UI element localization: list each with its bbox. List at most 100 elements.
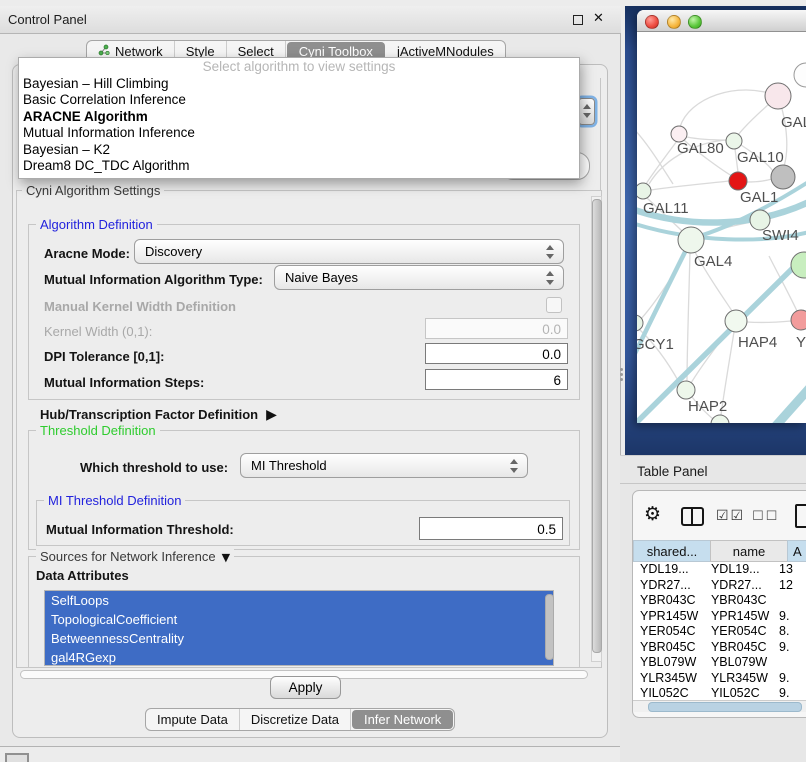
dpi-tolerance-field[interactable]: 0.0 (425, 343, 568, 364)
new-table-icon[interactable] (795, 504, 806, 528)
network-node[interactable] (771, 165, 795, 189)
dropdown-placeholder: Select algorithm to view settings (19, 58, 579, 76)
data-attribute-item[interactable]: SelfLoops (45, 591, 553, 610)
cyni-mode-tabs: Impute Data Discretize Data Infer Networ… (145, 708, 455, 731)
apply-button[interactable]: Apply (270, 676, 341, 699)
splitter-handle[interactable] (620, 373, 623, 376)
table-cell: 9. (773, 671, 806, 687)
data-attribute-item[interactable]: TopologicalCoefficient (45, 610, 553, 629)
table-cell: YBL079W (633, 655, 703, 671)
network-node[interactable] (791, 310, 806, 330)
table-row[interactable]: YLR345WYLR345W9. (633, 671, 806, 687)
node-label: GCY1 (637, 336, 674, 353)
data-attribute-item[interactable]: BetweennessCentrality (45, 629, 553, 648)
stepper-arrows-icon (510, 459, 518, 473)
gear-icon[interactable]: ⚙ (644, 503, 661, 525)
network-edge (773, 383, 806, 423)
network-node[interactable] (678, 227, 704, 253)
kernel-width-field[interactable]: 0.0 (425, 318, 568, 339)
group-title: Threshold Definition (36, 423, 160, 438)
tab-infer-network[interactable]: Infer Network (352, 710, 453, 729)
tab-impute-data[interactable]: Impute Data (146, 709, 240, 730)
algorithm-option[interactable]: Dream8 DC_TDC Algorithm (19, 158, 579, 174)
table-row[interactable]: YBR043CYBR043C (633, 593, 806, 609)
sources-toggle[interactable]: Sources for Network Inference▼ (36, 549, 234, 564)
network-window-titlebar[interactable] (637, 10, 806, 32)
hub-definition-label: Hub/Transcription Factor Definition (40, 407, 258, 422)
data-attribute-item[interactable]: gal4RGexp (45, 648, 553, 666)
data-attributes-list[interactable]: SelfLoopsTopologicalCoefficientBetweenne… (44, 590, 554, 666)
column-header-cut[interactable]: A (787, 540, 806, 562)
deselect-all-columns-icon[interactable]: ☐☐ (752, 509, 779, 524)
mi-type-select[interactable]: Naive Bayes (274, 265, 564, 290)
network-node[interactable] (637, 183, 651, 199)
stepper-arrows-icon (546, 245, 554, 259)
table-rows: YDL19...YDL19...13YDR27...YDR27...12YBR0… (633, 562, 806, 700)
table-row[interactable]: YDR27...YDR27...12 (633, 578, 806, 594)
close-icon[interactable]: ✕ (593, 11, 604, 26)
split-panel-icon[interactable] (681, 507, 704, 526)
inference-algorithm-combo-button[interactable] (578, 98, 595, 125)
zoom-traffic-light[interactable] (688, 15, 702, 29)
settings-scrollbar-thumb[interactable] (592, 199, 602, 653)
table-cell: YBR043C (703, 593, 773, 609)
table-row[interactable]: YDL19...YDL19...13 (633, 562, 806, 578)
table-cell: 8. (773, 624, 806, 640)
algorithm-option[interactable]: Mutual Information Inference (19, 125, 579, 141)
table-cell: YPR145W (703, 609, 773, 625)
table-cell: YDR27... (703, 578, 773, 594)
network-node[interactable] (725, 310, 747, 332)
network-node[interactable] (729, 172, 747, 190)
float-window-icon[interactable] (573, 15, 583, 25)
table-row[interactable]: YIL052CYIL052C9. (633, 686, 806, 700)
table-row[interactable]: YBL079WYBL079W (633, 655, 806, 671)
table-row[interactable]: YER054CYER054C8. (633, 624, 806, 640)
hub-definition-toggle[interactable]: Hub/Transcription Factor Definition ▶ (40, 407, 277, 423)
column-header-shared-name[interactable]: shared... (633, 540, 711, 562)
close-traffic-light[interactable] (645, 15, 659, 29)
network-canvas[interactable]: GALGAL80GAL10GAL1GAL11SWI4GAL4HAP4YGCY1H… (637, 32, 806, 423)
table-cell: YDL19... (703, 562, 773, 578)
select-all-columns-icon[interactable]: ☑☑ (716, 508, 745, 524)
tab-label: Infer Network (364, 712, 441, 727)
list-scrollbar-thumb[interactable] (545, 594, 554, 660)
which-threshold-select[interactable]: MI Threshold (240, 453, 528, 478)
network-edge (651, 181, 729, 190)
collapsed-panel-icon[interactable] (5, 753, 29, 762)
network-node[interactable] (765, 83, 791, 109)
manual-kernel-checkbox[interactable] (546, 297, 562, 313)
node-label: GAL4 (694, 253, 732, 270)
table-row[interactable]: YPR145WYPR145W9. (633, 609, 806, 625)
algorithm-option[interactable]: Bayesian – K2 (19, 142, 579, 158)
network-node[interactable] (677, 381, 695, 399)
network-node[interactable] (794, 63, 806, 87)
table-cell: YLR345W (633, 671, 703, 687)
expand-arrow-icon: ▶ (266, 407, 277, 423)
network-node[interactable] (791, 252, 806, 278)
table-row[interactable]: YBR045CYBR045C9. (633, 640, 806, 656)
table-cell: 9. (773, 640, 806, 656)
aracne-mode-select[interactable]: Discovery (134, 239, 564, 264)
table-cell: YER054C (633, 624, 703, 640)
mi-threshold-field[interactable]: 0.5 (419, 517, 563, 540)
network-node[interactable] (711, 415, 729, 423)
mi-steps-field[interactable]: 6 (425, 369, 568, 390)
algorithm-option[interactable]: Bayesian – Hill Climbing (19, 76, 579, 92)
table-cell (773, 655, 806, 671)
column-header-name[interactable]: name (710, 540, 788, 562)
table-cell: YBL079W (703, 655, 773, 671)
tab-discretize-data[interactable]: Discretize Data (240, 709, 351, 730)
splitter-handle[interactable] (620, 378, 623, 381)
network-edge (646, 141, 677, 184)
node-label: GAL1 (740, 189, 778, 206)
algorithm-option[interactable]: ARACNE Algorithm (19, 109, 579, 125)
network-node[interactable] (726, 133, 742, 149)
network-edge (747, 179, 772, 182)
algorithm-dropdown-popup: Select algorithm to view settings Bayesi… (18, 57, 580, 179)
dpi-tolerance-label: DPI Tolerance [0,1]: (44, 349, 164, 364)
algorithm-option[interactable]: Basic Correlation Inference (19, 92, 579, 108)
group-title: Cyni Algorithm Settings (22, 183, 164, 198)
splitter-handle[interactable] (620, 368, 623, 371)
minimize-traffic-light[interactable] (667, 15, 681, 29)
table-hscrollbar-thumb[interactable] (648, 702, 802, 712)
